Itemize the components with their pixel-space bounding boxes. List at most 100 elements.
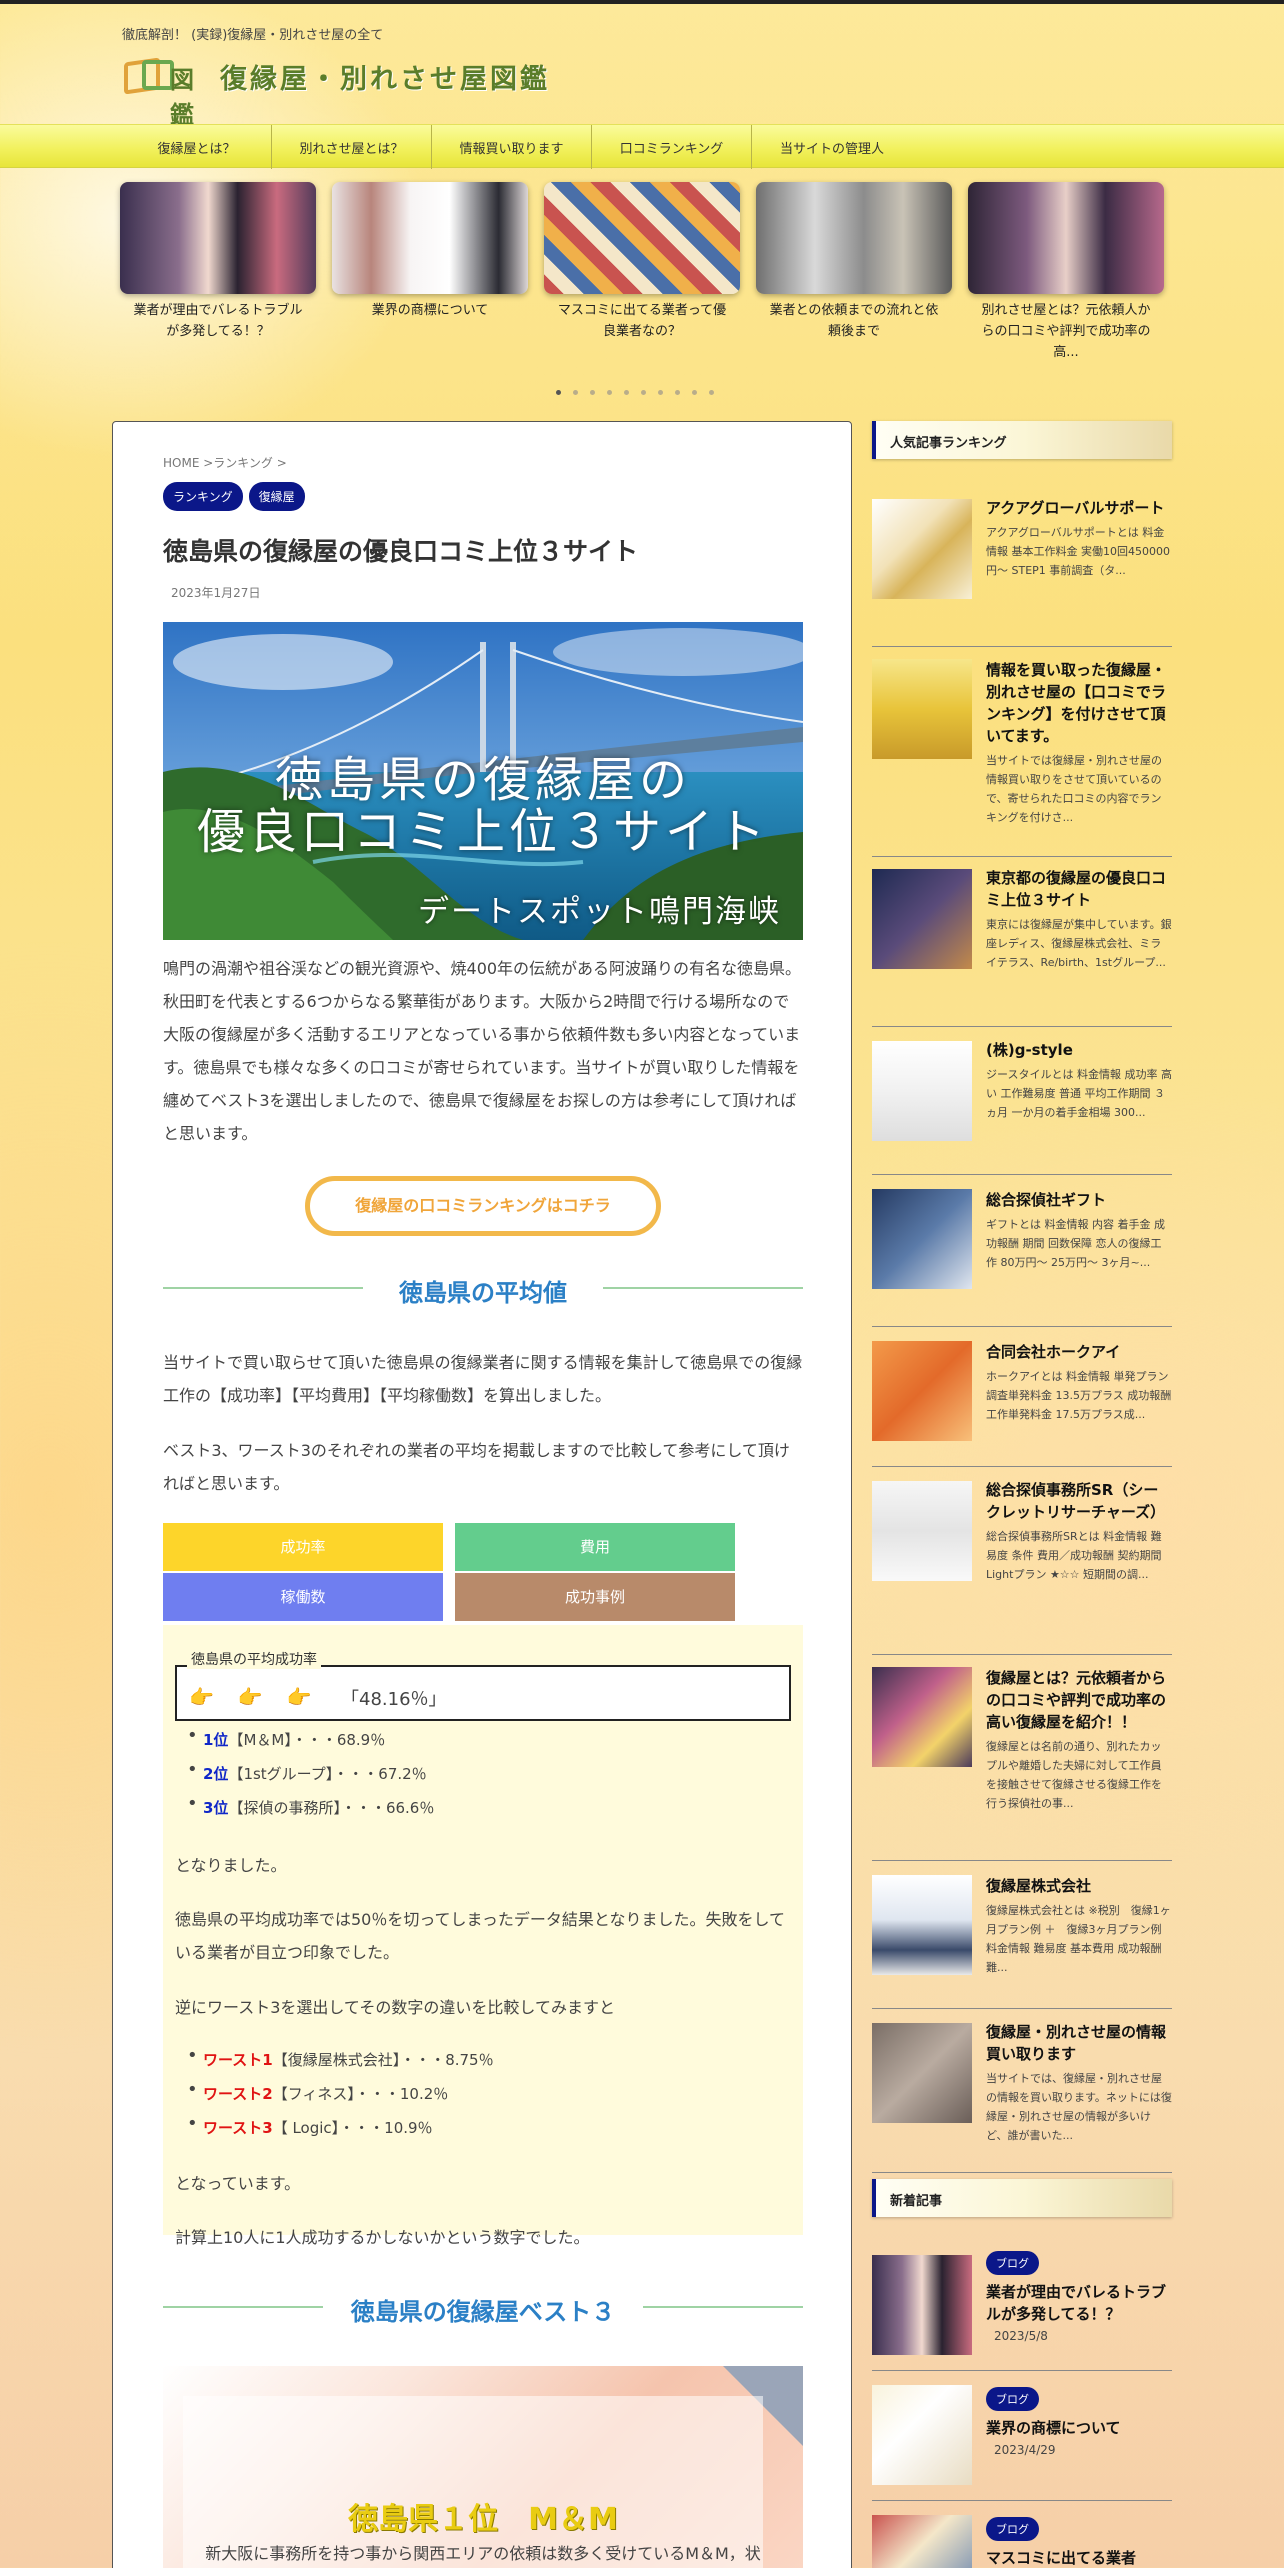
bullet: • xyxy=(187,2113,198,2134)
new-post-tag[interactable]: ブログ xyxy=(986,2251,1039,2275)
carousel-card[interactable]: 業者との依頼までの流れと依頼後まで xyxy=(756,182,952,392)
popular-thumbnail xyxy=(872,1481,972,1581)
carousel-dot[interactable] xyxy=(658,390,663,395)
average-paragraph-2: ベスト3、ワースト3のそれぞれの業者の平均を掲載しますので比較して参考にして頂け… xyxy=(163,1441,790,1493)
nav-item-fukuenya[interactable]: 復縁屋とは？ xyxy=(122,125,272,169)
sidebar-heading-popular: 人気記事ランキング xyxy=(872,421,1172,459)
average-rate-value: 「48.16％」 xyxy=(341,1689,447,1710)
carousel-card[interactable]: 業者が理由でバレるトラブルが多発してる！？ xyxy=(120,182,316,392)
logo-text: 復縁屋・別れさせ屋図鑑 xyxy=(220,63,550,95)
new-post-thumbnail xyxy=(872,2385,972,2485)
popular-excerpt: 復縁屋株式会社とは ※税別 復縁1ヶ月プラン例 ＋ 復縁3ヶ月プラン例 料金情報… xyxy=(986,1904,1171,1974)
result-text: となりました。 xyxy=(175,1856,287,1875)
popular-title: アクアグローバルサポート xyxy=(986,499,1165,517)
carousel-dot[interactable] xyxy=(641,390,646,395)
popular-item[interactable]: 復縁屋とは？元依頼者からの口コミや評判で成功率の高い復縁屋を紹介！！ 復縁屋とは名… xyxy=(872,1655,1172,1861)
worst-rank-item: ワースト1【復縁屋株式会社】・・・8.75％ xyxy=(203,2051,494,2069)
result-text-2: となっています。 xyxy=(175,2174,301,2193)
popular-thumbnail xyxy=(872,1189,972,1289)
popular-thumbnail xyxy=(872,1875,972,1975)
popular-title: 合同会社ホークアイ xyxy=(986,1343,1121,1361)
best-rank-item: 2位【1stグループ】・・・67.2％ xyxy=(203,1765,427,1783)
worst-rank-item: ワースト3【 Logic】・・・10.9％ xyxy=(203,2119,433,2137)
page-title: 徳島県の復縁屋の優良口コミ上位３サイト xyxy=(163,537,639,566)
category-tag-fukuenya[interactable]: 復縁屋 xyxy=(248,482,305,511)
carousel-card[interactable]: マスコミに出てる業者って優良業者なの？ xyxy=(544,182,740,392)
popular-item[interactable]: 復縁屋・別れさせ屋の情報買い取ります 当サイトでは、復縁屋・別れさせ屋の情報を買い… xyxy=(872,2009,1172,2173)
nav-item-ranking[interactable]: 口コミランキング xyxy=(592,125,752,169)
carousel-dot[interactable] xyxy=(692,390,697,395)
article-container: HOME >ランキング > ランキング 復縁屋 徳島県の復縁屋の優良口コミ上位３… xyxy=(112,421,852,2568)
tab-success-rate[interactable]: 成功率 xyxy=(163,1523,443,1571)
popular-item[interactable]: 復縁屋株式会社 復縁屋株式会社とは ※税別 復縁1ヶ月プラン例 ＋ 復縁3ヶ月プラ… xyxy=(872,1861,1172,2009)
carousel-dot[interactable] xyxy=(624,390,629,395)
hero-image: 徳島県の復縁屋の 優良口コミ上位３サイト デートスポット鳴門海峡 xyxy=(163,622,803,940)
popular-title: 復縁屋とは？元依頼者からの口コミや評判で成功率の高い復縁屋を紹介！！ xyxy=(986,1669,1167,1731)
intro-paragraph: 鳴門の渦潮や祖谷渓などの観光資源や、焼400年の伝統がある阿波踊りの有名な徳島県… xyxy=(163,959,802,1143)
popular-item[interactable]: アクアグローバルサポート アクアグローバルサポートとは 料金情報 基本工作料金 実… xyxy=(872,485,1172,647)
carousel-caption: 業者との依頼までの流れと依頼後まで xyxy=(769,303,939,339)
new-post-title: 業界の商標について xyxy=(986,2419,1121,2437)
ranking-cta-button[interactable]: 復縁屋の口コミランキングはコチラ xyxy=(305,1176,661,1236)
carousel-dot[interactable] xyxy=(573,390,578,395)
carousel-pagination xyxy=(556,390,714,395)
new-post-title: マスコミに出てる業者 xyxy=(986,2549,1137,2567)
section-heading-best3: 徳島県の復縁屋ベスト３ xyxy=(163,2292,803,2326)
popular-thumbnail xyxy=(872,2023,972,2123)
popular-thumbnail xyxy=(872,659,972,759)
carousel-caption: 別れさせ屋とは？元依頼人からの口コミや評判で成功率の高... xyxy=(981,303,1151,360)
popular-excerpt: 当サイトでは復縁屋・別れさせ屋の情報買い取りをさせて頂いているので、寄せられた口… xyxy=(986,754,1162,824)
bullet: • xyxy=(187,1793,198,1814)
best-rank-item: 1位【M＆M】・・・68.9％ xyxy=(203,1731,386,1749)
popular-excerpt: 東京には復縁屋が集中しています。銀座レディス、復縁屋株式会社、ミライテラス、Re… xyxy=(986,918,1172,969)
new-post-item[interactable]: ブログマスコミに出てる業者 xyxy=(872,2501,1172,2568)
worst-intro: 逆にワースト3を選出してその数字の違いを比較してみますと xyxy=(175,1998,615,2017)
carousel-thumbnail xyxy=(544,182,740,294)
new-post-item[interactable]: ブログ 業界の商標について 2023/4/29 xyxy=(872,2371,1172,2501)
success-rate-panel: 👉👉👉 「48.16％」 徳島県の平均成功率 • 1位【M＆M】・・・68.9％… xyxy=(163,1625,803,2247)
new-post-item[interactable]: ブログ 業者が理由でバレるトラブルが多発してる！？ 2023/5/8 xyxy=(872,2241,1172,2371)
carousel-dot[interactable] xyxy=(675,390,680,395)
new-post-thumbnail xyxy=(872,2515,972,2568)
popular-item[interactable]: 総合探偵社ギフト ギフトとは 料金情報 内容 着手金 成功報酬 期間 回数保障 恋… xyxy=(872,1175,1172,1327)
carousel-dot[interactable] xyxy=(556,390,561,395)
popular-thumbnail xyxy=(872,1667,972,1767)
carousel-card[interactable]: 別れさせ屋とは？元依頼人からの口コミや評判で成功率の高... xyxy=(968,182,1164,392)
tab-success-cases[interactable]: 成功事例 xyxy=(455,1573,735,1621)
carousel-dot[interactable] xyxy=(709,390,714,395)
popular-thumbnail xyxy=(872,499,972,599)
popular-excerpt: 復縁屋とは名前の通り、別れたカップルや離婚した夫婦に対して工作員を接触させて復縁… xyxy=(986,1740,1162,1810)
carousel-dot[interactable] xyxy=(590,390,595,395)
main-nav: 復縁屋とは？ 別れさせ屋とは？ 情報買い取ります 口コミランキング 当サイトの管… xyxy=(0,124,1284,169)
carousel-thumbnail xyxy=(332,182,528,294)
sidebar-heading-new: 新着記事 xyxy=(872,2179,1172,2217)
popular-excerpt: ホークアイとは 料金情報 単発プラン 調査単発料金 13.5万プラス 成功報酬 … xyxy=(986,1370,1172,1421)
nav-item-wakaresaseya[interactable]: 別れさせ屋とは？ xyxy=(272,125,432,169)
hero-title-line2: 優良口コミ上位３サイト xyxy=(196,804,769,860)
nav-item-info-buy[interactable]: 情報買い取ります xyxy=(432,125,592,169)
carousel-dot[interactable] xyxy=(607,390,612,395)
carousel-card[interactable]: 業界の商標について xyxy=(332,182,528,392)
popular-excerpt: 総合探偵事務所SRとは 料金情報 難易度 条件 費用／成功報酬 契約期間 Lig… xyxy=(986,1530,1162,1581)
best-rank-item: 3位【探偵の事務所】・・・66.6％ xyxy=(203,1799,435,1817)
site-logo[interactable]: 図鑑 復縁屋・別れさせ屋図鑑 xyxy=(124,54,550,129)
popular-item[interactable]: 合同会社ホークアイホークアイとは 料金情報 単発プラン 調査単発料金 13.5万… xyxy=(872,1327,1172,1467)
popular-thumbnail xyxy=(872,1041,972,1141)
hero-caption: デートスポット鳴門海峡 xyxy=(418,894,781,930)
tab-cost[interactable]: 費用 xyxy=(455,1523,735,1571)
popular-item[interactable]: 情報を買い取った復縁屋・別れさせ屋の【口コミでランキング】を付けさせて頂いてます… xyxy=(872,647,1172,857)
worst-rank-item: ワースト2【フィネス】・・・10.2％ xyxy=(203,2085,449,2103)
popular-item[interactable]: (株)g-style ジースタイルとは 料金情報 成功率 高い 工作難易度 普通 … xyxy=(872,1027,1172,1175)
category-tag-ranking[interactable]: ランキング xyxy=(163,482,243,511)
popular-item[interactable]: 東京都の復縁屋の優良口コミ上位３サイト 東京には復縁屋が集中しています。銀座レディ… xyxy=(872,857,1172,1027)
breadcrumb[interactable]: HOME >ランキング > xyxy=(163,454,287,471)
carousel-caption: マスコミに出てる業者って優良業者なの？ xyxy=(557,303,727,339)
new-post-tag[interactable]: ブログ xyxy=(986,2517,1039,2541)
nav-item-admin[interactable]: 当サイトの管理人 xyxy=(752,125,912,169)
tab-working-count[interactable]: 稼働数 xyxy=(163,1573,443,1621)
carousel-thumbnail xyxy=(120,182,316,294)
new-post-tag[interactable]: ブログ xyxy=(986,2387,1039,2411)
popular-item[interactable]: 総合探偵事務所SR（シークレットリサーチャーズ） 総合探偵事務所SRとは 料金情報… xyxy=(872,1467,1172,1655)
popular-thumbnail xyxy=(872,1341,972,1441)
new-post-date: 2023/5/8 xyxy=(994,2329,1048,2343)
